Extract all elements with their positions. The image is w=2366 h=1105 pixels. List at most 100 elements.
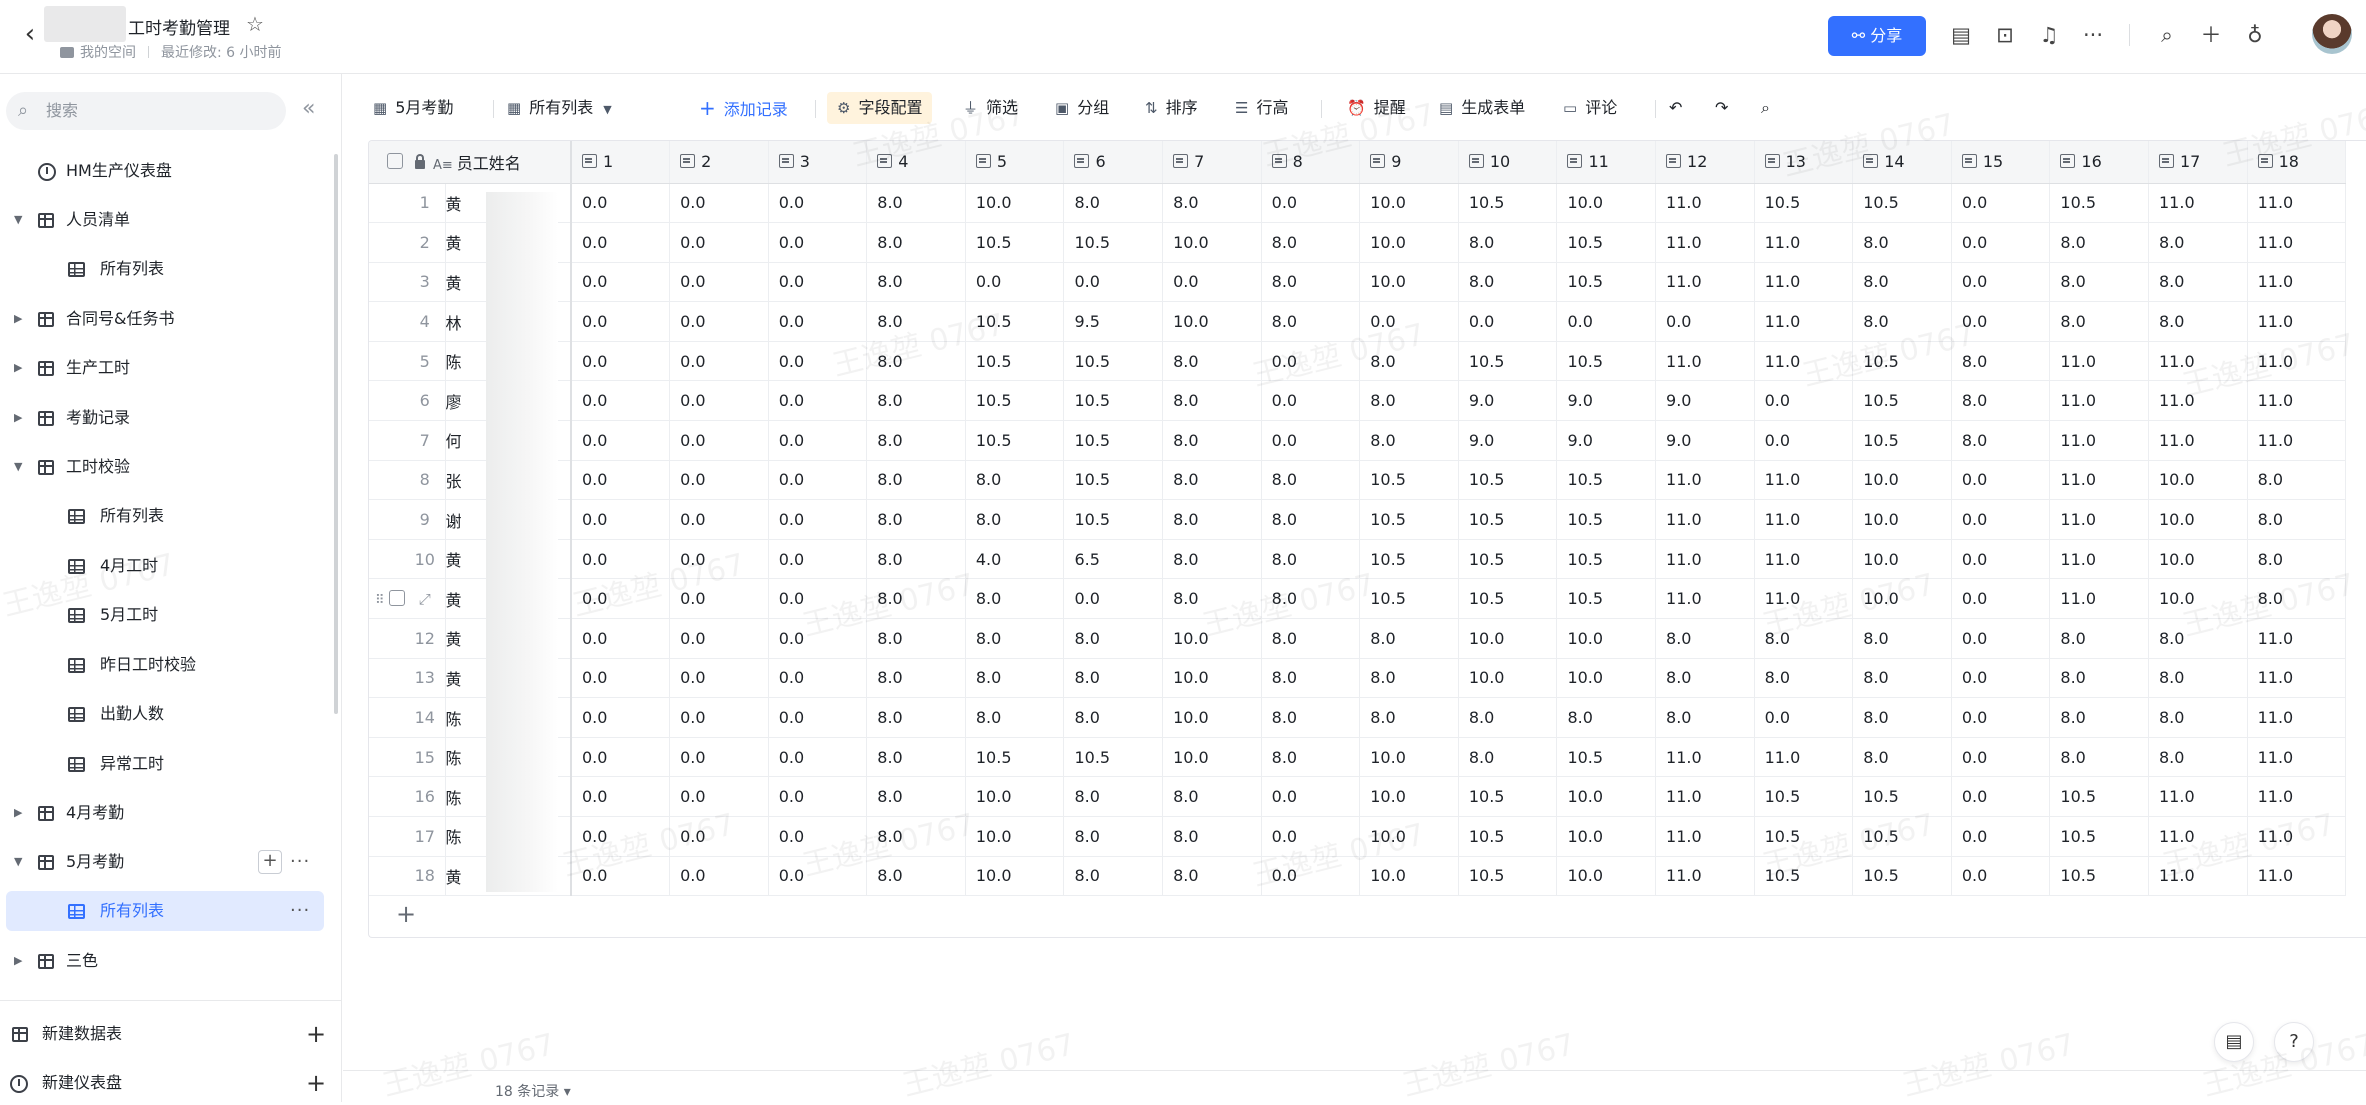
hours-cell[interactable]: 0.0 — [571, 183, 671, 224]
hours-cell[interactable]: 0.0 — [1261, 341, 1361, 382]
row-select-cell[interactable] — [369, 816, 405, 857]
hours-cell[interactable]: 11.0 — [1655, 341, 1755, 382]
hours-cell[interactable]: 8.0 — [866, 420, 966, 461]
hours-cell[interactable]: 8.0 — [866, 499, 966, 540]
collapse-sidebar-icon[interactable]: « — [302, 96, 315, 121]
sort-button[interactable]: ⇅ 排序 — [1145, 92, 1198, 124]
hours-cell[interactable]: 10.0 — [1162, 301, 1262, 342]
hours-cell[interactable]: 11.0 — [1754, 222, 1854, 263]
caret-down-icon[interactable]: ▼ — [14, 842, 22, 882]
hours-cell[interactable]: 10.0 — [2148, 460, 2248, 501]
hours-cell[interactable]: 10.0 — [1556, 183, 1657, 224]
view-selector[interactable]: ▦ 所有列表 ▼ — [507, 92, 620, 124]
drag-handle-icon[interactable]: ⠿ — [375, 593, 385, 608]
hours-cell[interactable]: 8.0 — [1261, 301, 1361, 342]
hours-cell[interactable]: 8.0 — [1951, 420, 2051, 461]
sidebar-item-abnormal-hours[interactable]: 异常工时 — [0, 744, 330, 784]
hours-cell[interactable]: 10.0 — [1162, 737, 1262, 778]
hours-cell[interactable]: 11.0 — [1655, 816, 1755, 857]
hours-cell[interactable]: 10.5 — [1556, 341, 1657, 382]
table-row[interactable]: ⠿ ⤢ 黄 0.0 0.0 0.0 8.0 8.0 0.0 8.0 8.0 10.5 10.5 10.5 1… — [369, 578, 2347, 620]
hours-cell[interactable]: 8.0 — [866, 183, 966, 224]
table-row[interactable]: 17 陈 0.0 0.0 0.0 8.0 10.0 8.0 8.0 0.0 10.0 10.5 10.0… — [369, 816, 2347, 857]
column-header-day-16[interactable]: 16 — [2049, 141, 2149, 184]
search-icon[interactable]: ⌕ — [2152, 20, 2182, 50]
hours-cell[interactable]: 0.0 — [768, 856, 868, 897]
hours-cell[interactable]: 8.0 — [2148, 301, 2248, 342]
sidebar-item-may-hours[interactable]: 5月工时 — [0, 595, 330, 635]
hours-cell[interactable]: 10.0 — [1162, 222, 1262, 263]
hours-cell[interactable]: 10.5 — [2049, 776, 2149, 817]
hours-cell[interactable]: 8.0 — [866, 262, 966, 303]
hours-cell[interactable]: 10.5 — [1754, 856, 1854, 897]
record-count-dropdown[interactable]: 18 条记录 ▾ — [495, 1081, 571, 1101]
hours-cell[interactable]: 10.5 — [965, 380, 1065, 422]
hours-cell[interactable]: 8.0 — [1359, 618, 1459, 659]
hours-cell[interactable]: 8.0 — [2148, 658, 2248, 699]
hours-cell[interactable]: 11.0 — [1754, 301, 1854, 342]
remind-button[interactable]: ⏰ 提醒 — [1347, 92, 1406, 124]
hours-cell[interactable]: 8.0 — [2247, 539, 2347, 580]
hours-cell[interactable]: 0.0 — [1261, 856, 1361, 897]
hours-cell[interactable]: 10.5 — [1556, 460, 1657, 501]
hours-cell[interactable]: 11.0 — [1754, 737, 1854, 778]
hours-cell[interactable]: 8.0 — [1852, 301, 1952, 342]
help-icon[interactable]: ? — [2274, 1022, 2314, 1062]
column-header-day-5[interactable]: 5 — [965, 141, 1065, 184]
hours-cell[interactable]: 10.5 — [1458, 776, 1558, 817]
hours-cell[interactable]: 8.0 — [1162, 183, 1262, 224]
hours-cell[interactable]: 11.0 — [1655, 183, 1755, 224]
hours-cell[interactable]: 10.0 — [1359, 776, 1459, 817]
hours-cell[interactable]: 10.5 — [1063, 737, 1164, 778]
hours-cell[interactable]: 8.0 — [1655, 658, 1755, 699]
hours-cell[interactable]: 11.0 — [1655, 222, 1755, 263]
hours-cell[interactable]: 8.0 — [2049, 301, 2149, 342]
field-config-button[interactable]: ⚙ 字段配置 — [827, 92, 933, 124]
hours-cell[interactable]: 10.5 — [1852, 341, 1952, 382]
hours-cell[interactable]: 8.0 — [1261, 222, 1361, 263]
hours-cell[interactable]: 10.5 — [1852, 776, 1952, 817]
hours-cell[interactable]: 11.0 — [2247, 618, 2347, 659]
back-icon[interactable]: ‹ — [16, 20, 44, 48]
hours-cell[interactable]: 0.0 — [1063, 578, 1164, 620]
document-title[interactable]: 工时考勤管理 — [128, 14, 230, 39]
hours-cell[interactable]: 0.0 — [1951, 737, 2051, 778]
hours-cell[interactable]: 8.0 — [1359, 380, 1459, 422]
hours-cell[interactable]: 0.0 — [571, 341, 671, 382]
hours-cell[interactable]: 8.0 — [965, 460, 1065, 501]
hours-cell[interactable]: 8.0 — [965, 697, 1065, 738]
hours-cell[interactable]: 9.0 — [1458, 420, 1558, 461]
sidebar-search-input[interactable]: ⌕ 搜索 — [6, 92, 286, 130]
hours-cell[interactable]: 8.0 — [2247, 578, 2347, 620]
hours-cell[interactable]: 0.0 — [768, 578, 868, 620]
hours-cell[interactable]: 10.5 — [1852, 183, 1952, 224]
caret-right-icon[interactable]: ▶ — [14, 348, 22, 388]
hours-cell[interactable]: 11.0 — [1655, 776, 1755, 817]
hours-cell[interactable]: 0.0 — [571, 737, 671, 778]
hours-cell[interactable]: 8.0 — [2148, 222, 2248, 263]
hours-cell[interactable]: 11.0 — [2247, 697, 2347, 738]
hours-cell[interactable]: 0.0 — [768, 816, 868, 857]
table-name-button[interactable]: ▦ 5月考勤 — [373, 92, 453, 124]
hours-cell[interactable]: 10.5 — [1852, 816, 1952, 857]
hours-cell[interactable]: 8.0 — [965, 578, 1065, 620]
hours-cell[interactable]: 11.0 — [2148, 420, 2248, 461]
column-header-day-15[interactable]: 15 — [1951, 141, 2051, 184]
hours-cell[interactable]: 0.0 — [571, 262, 671, 303]
hours-cell[interactable]: 10.5 — [1359, 539, 1459, 580]
hours-cell[interactable]: 8.0 — [866, 816, 966, 857]
column-header-day-4[interactable]: 4 — [866, 141, 966, 184]
hours-cell[interactable]: 8.0 — [866, 618, 966, 659]
hours-cell[interactable]: 0.0 — [571, 539, 671, 580]
hours-cell[interactable]: 8.0 — [1852, 737, 1952, 778]
hours-cell[interactable]: 0.0 — [768, 380, 868, 422]
hours-cell[interactable]: 10.5 — [1556, 499, 1657, 540]
hours-cell[interactable]: 0.0 — [768, 222, 868, 263]
table-row[interactable]: 5 陈 0.0 0.0 0.0 8.0 10.5 10.5 8.0 0.0 8.0 10.5 10.5 1… — [369, 341, 2347, 382]
hours-cell[interactable]: 8.0 — [1458, 262, 1558, 303]
hours-cell[interactable]: 0.0 — [768, 618, 868, 659]
hours-cell[interactable]: 11.0 — [1754, 578, 1854, 620]
table-row[interactable]: 2 黄 0.0 0.0 0.0 8.0 10.5 10.5 10.0 8.0 10.0 8.0 10.5… — [369, 222, 2347, 263]
sidebar-item-april-hours[interactable]: 4月工时 — [0, 546, 330, 586]
hours-cell[interactable]: 10.5 — [1852, 420, 1952, 461]
